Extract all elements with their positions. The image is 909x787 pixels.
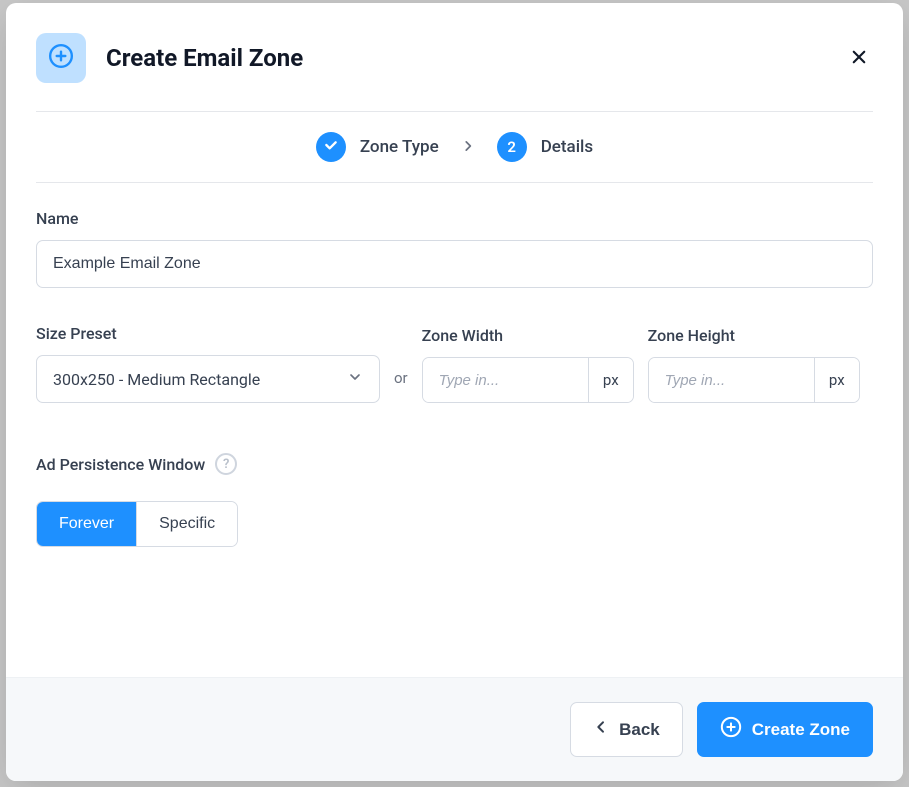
size-preset-label: Size Preset <box>36 324 380 343</box>
step-zone-type[interactable]: Zone Type <box>316 132 439 162</box>
header-icon-container <box>36 33 86 83</box>
persistence-label: Ad Persistence Window <box>36 455 205 474</box>
persistence-group: Ad Persistence Window ? Forever Specific <box>36 453 873 547</box>
size-preset-select[interactable]: 300x250 - Medium Rectangle <box>36 355 380 403</box>
or-label: or <box>394 369 408 403</box>
size-preset-value: 300x250 - Medium Rectangle <box>53 370 260 389</box>
plus-circle-icon <box>720 716 742 743</box>
persistence-option-forever[interactable]: Forever <box>37 502 136 546</box>
modal-footer: Back Create Zone <box>6 677 903 781</box>
zone-height-group: Zone Height px <box>648 326 860 403</box>
zone-height-label: Zone Height <box>648 326 860 345</box>
back-button-label: Back <box>619 720 660 740</box>
chevron-left-icon <box>593 719 609 740</box>
name-input[interactable] <box>36 240 873 288</box>
stepper: Zone Type 2 Details <box>36 112 873 182</box>
zone-height-input-group: px <box>648 357 860 403</box>
persistence-label-row: Ad Persistence Window ? <box>36 453 873 475</box>
name-field-group: Name <box>36 209 873 288</box>
close-button[interactable] <box>845 44 873 72</box>
persistence-toggle: Forever Specific <box>36 501 238 547</box>
create-zone-button-label: Create Zone <box>752 720 850 740</box>
modal-header: Create Email Zone <box>36 33 873 83</box>
step-details[interactable]: 2 Details <box>497 132 593 162</box>
step-label: Zone Type <box>360 137 439 157</box>
persistence-option-specific[interactable]: Specific <box>136 502 237 546</box>
zone-width-label: Zone Width <box>422 326 634 345</box>
step-number-indicator: 2 <box>497 132 527 162</box>
divider <box>36 182 873 183</box>
create-email-zone-modal: Create Email Zone <box>6 3 903 781</box>
zone-width-input-group: px <box>422 357 634 403</box>
step-label: Details <box>541 137 593 157</box>
zone-width-input[interactable] <box>423 358 588 402</box>
chevron-right-icon <box>461 138 475 157</box>
size-preset-group: Size Preset 300x250 - Medium Rectangle <box>36 324 380 403</box>
modal-body: Create Email Zone <box>6 3 903 677</box>
create-zone-button[interactable]: Create Zone <box>697 702 873 757</box>
help-icon[interactable]: ? <box>215 453 237 475</box>
step-complete-indicator <box>316 132 346 162</box>
modal-title: Create Email Zone <box>106 44 825 72</box>
zone-height-unit: px <box>814 358 859 402</box>
chevron-down-icon <box>347 369 363 389</box>
zone-width-unit: px <box>588 358 633 402</box>
size-row: Size Preset 300x250 - Medium Rectangle o… <box>36 324 873 403</box>
zone-width-group: Zone Width px <box>422 326 634 403</box>
zone-height-input[interactable] <box>649 358 814 402</box>
check-icon <box>323 137 339 157</box>
close-icon <box>850 48 868 69</box>
back-button[interactable]: Back <box>570 702 683 757</box>
plus-circle-icon <box>48 43 74 73</box>
name-label: Name <box>36 209 873 228</box>
